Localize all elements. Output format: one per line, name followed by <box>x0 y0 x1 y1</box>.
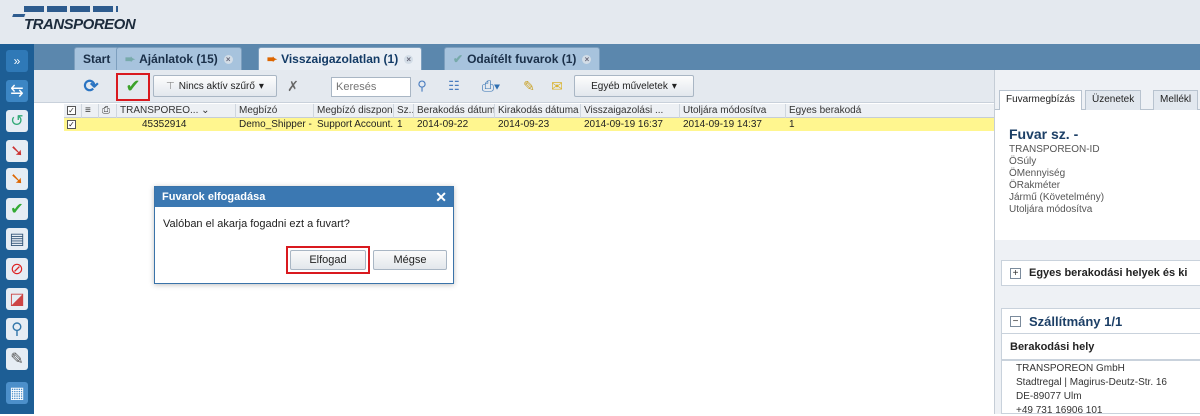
top-header: TRANSPOREON <box>0 0 1200 44</box>
field-label: Utoljára módosítva <box>1009 204 1093 215</box>
chevron-down-icon: ▾ <box>671 80 677 92</box>
select-columns-icon[interactable]: ☷ <box>443 75 465 97</box>
address-line: +49 731 16906 101 <box>1016 405 1103 416</box>
order-detail: Fuvar sz. - TRANSPOREON-ID ÖSúly ÖMennyi… <box>995 110 1200 240</box>
search-input[interactable] <box>331 77 411 97</box>
offers-icon[interactable]: ➘ <box>6 140 28 162</box>
accepted-icon[interactable]: ✔ <box>6 198 28 220</box>
expand-icon[interactable]: + <box>1010 267 1021 279</box>
tab-assigned[interactable]: ✔ Odaítélt fuvarok (1) × <box>444 47 601 70</box>
more-actions-button[interactable]: Egyéb műveletek ▾ <box>574 75 694 97</box>
close-icon[interactable]: × <box>404 54 414 64</box>
cancelled-icon[interactable]: ◪ <box>6 288 28 310</box>
assigned-tab-icon: ✔ <box>453 52 464 66</box>
chevron-down-icon: ▾ <box>258 80 264 92</box>
tab-messages[interactable]: Üzenetek <box>1085 90 1142 110</box>
dialog-title: Fuvarok elfogadása ✕ <box>155 187 453 207</box>
search-icon[interactable]: ⚲ <box>413 75 431 97</box>
column-header[interactable]: Utoljára módosítva <box>680 104 786 118</box>
field-label: ÖMennyiség <box>1009 168 1066 179</box>
table-cell: Demo_Shipper - ... <box>239 119 314 130</box>
print-icon[interactable]: ⎙▾ <box>474 75 508 97</box>
close-icon[interactable]: × <box>223 54 233 64</box>
field-label: ÖRakméter <box>1009 180 1061 191</box>
refresh-icon[interactable]: ⟳ <box>80 75 102 97</box>
collapse-icon[interactable]: » <box>6 50 28 72</box>
row-checkbox[interactable]: ✓ <box>64 118 82 131</box>
select-all-checkbox[interactable]: ✓ <box>64 104 82 118</box>
tab-offers[interactable]: ➨ Ajánlatok (15) × <box>116 47 242 70</box>
loading-places-section[interactable]: + Egyes berakodási helyek és ki <box>1001 260 1200 286</box>
column-header[interactable]: Egyes berakodá <box>786 104 994 118</box>
table-cell: Support Account... <box>317 119 394 130</box>
collapse-icon[interactable]: − <box>1010 315 1021 327</box>
print-column-icon: ⎙ <box>99 104 117 118</box>
swap-arrows-icon[interactable]: ⇆ <box>6 80 28 102</box>
offers-tab-icon: ➨ <box>125 52 136 66</box>
close-icon[interactable]: × <box>582 54 592 64</box>
transporeon-logo: TRANSPOREON <box>6 6 168 40</box>
attachment-icon[interactable]: ✎ <box>6 348 28 370</box>
field-label: TRANSPOREON-ID <box>1009 144 1100 155</box>
tab-order[interactable]: Fuvarmegbízás <box>999 90 1082 110</box>
table-cell: 1 <box>789 119 795 130</box>
order-title: Fuvar sz. - <box>1009 126 1079 142</box>
mail-icon[interactable]: ✉ <box>546 75 568 97</box>
column-header[interactable]: TRANSPOREO... ⌄ <box>117 104 236 118</box>
table-row[interactable]: ✓ 45352914 Demo_Shipper - ... Support Ac… <box>64 118 994 131</box>
cancel-button[interactable]: Mégse <box>373 250 447 270</box>
toolbar: ⟳ ✔ ⊤Nincs aktív szűrő▾ ✗ ⚲ ☷ ⎙▾ ✎ ✉ Egy… <box>34 70 994 103</box>
accept-dialog: Fuvarok elfogadása ✕ Valóban el akarja fo… <box>154 186 454 284</box>
detail-panel: Fuvarmegbízás Üzenetek Mellékl Fuvar sz.… <box>994 70 1200 416</box>
clear-filter-icon[interactable]: ✗ <box>282 75 304 97</box>
column-header[interactable]: Megbízó <box>236 104 314 118</box>
column-header[interactable]: Visszaigazolási ... <box>581 104 680 118</box>
address-line: DE-89077 Ulm <box>1016 391 1082 402</box>
row-menu-icon[interactable]: ≡ <box>82 104 99 118</box>
column-header[interactable]: Megbízó diszpon... <box>314 104 394 118</box>
unconfirmed-tab-icon: ➨ <box>267 52 278 66</box>
rejected-icon[interactable]: ⊘ <box>6 258 28 280</box>
table-header: ✓ ≡ ⎙ TRANSPOREO... ⌄ Megbízó Megbízó di… <box>64 104 994 118</box>
table-cell: 45352914 <box>142 119 187 130</box>
document-check-icon[interactable]: ▤ <box>6 228 28 250</box>
search-icon[interactable]: ⚲ <box>6 318 28 340</box>
close-icon[interactable]: ✕ <box>435 187 447 207</box>
tab-bar: Start ➨ Ajánlatok (15) × ➨ Visszaigazolatla… <box>34 44 1200 70</box>
annotation-highlight <box>116 73 150 101</box>
field-label: Jármű (Követelmény) <box>1009 192 1105 203</box>
filter-dropdown[interactable]: ⊤ Nincs aktív szűrő ▾ <box>153 75 277 97</box>
edit-icon[interactable]: ✎ <box>518 75 540 97</box>
column-header[interactable]: Sz... <box>394 104 414 118</box>
filter-icon: ⊤ <box>166 80 175 92</box>
history-icon[interactable]: ↺ <box>6 110 28 132</box>
table-cell: 2014-09-22 <box>417 119 469 130</box>
loading-address: TRANSPOREON GmbH Stadtregal | Magirus-De… <box>1001 360 1200 416</box>
table-cell: 2014-09-19 16:37 <box>584 119 663 130</box>
field-label: ÖSúly <box>1009 156 1037 167</box>
detail-tabs: Fuvarmegbízás Üzenetek Mellékl <box>995 88 1200 110</box>
tab-start[interactable]: Start <box>74 47 120 70</box>
grid-menu-icon[interactable]: ▦ <box>6 382 28 404</box>
column-header[interactable]: Kirakodás dátuma <box>495 104 581 118</box>
table-cell: 2014-09-19 14:37 <box>683 119 762 130</box>
table-cell: 2014-09-23 <box>498 119 550 130</box>
dialog-message: Valóban el akarja fogadni ezt a fuvart? <box>163 218 350 230</box>
annotation-highlight <box>286 246 370 274</box>
shipment-section[interactable]: − Szállítmány 1/1 <box>1001 308 1200 334</box>
table-cell: 1 <box>397 119 403 130</box>
address-line: Stadtregal | Magirus-Deutz-Str. 16 <box>1016 377 1167 388</box>
left-sidebar: » ⇆ ↺ ➘ ➘ ✔ ▤ ⊘ ◪ ⚲ ✎ ▦ <box>0 44 34 414</box>
tab-attachments[interactable]: Mellékl <box>1153 90 1199 110</box>
unconfirmed-icon[interactable]: ➘ <box>6 168 28 190</box>
address-line: TRANSPOREON GmbH <box>1016 363 1125 374</box>
loading-place-header: Berakodási hely <box>1001 334 1200 360</box>
column-header[interactable]: Berakodás dátuma <box>414 104 495 118</box>
tab-unconfirmed[interactable]: ➨ Visszaigazolatlan (1) × <box>258 47 423 70</box>
